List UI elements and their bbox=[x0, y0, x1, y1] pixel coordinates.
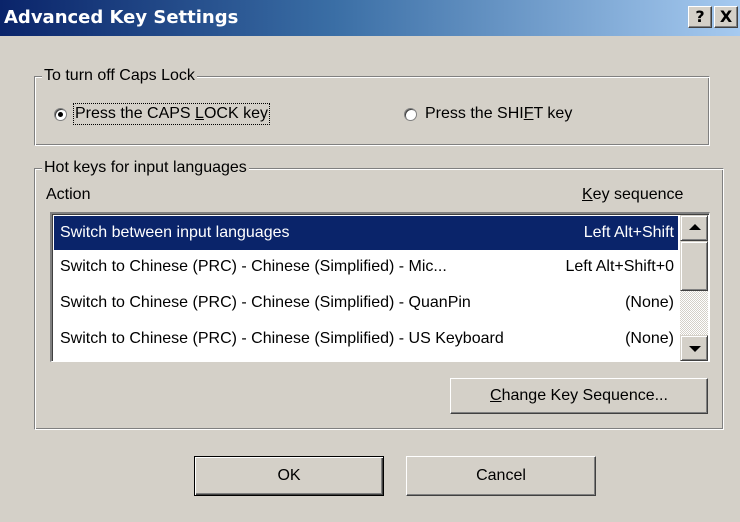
list-item[interactable]: Switch between input languages Left Alt+… bbox=[54, 216, 678, 250]
hot-keys-list[interactable]: Switch between input languages Left Alt+… bbox=[50, 212, 710, 362]
hot-keys-legend: Hot keys for input languages bbox=[42, 159, 249, 177]
column-header-action: Action bbox=[46, 186, 91, 203]
caps-lock-legend: To turn off Caps Lock bbox=[42, 67, 197, 85]
vertical-scrollbar[interactable] bbox=[680, 215, 708, 361]
arrow-up-icon bbox=[689, 224, 701, 230]
radio-checked-icon[interactable] bbox=[54, 107, 67, 121]
close-button[interactable]: X bbox=[714, 6, 738, 28]
radio-shift-key[interactable]: Press the SHIFT key bbox=[404, 104, 572, 124]
cancel-button[interactable]: Cancel bbox=[406, 456, 596, 496]
row-key-sequence: (None) bbox=[625, 330, 674, 347]
title-bar: Advanced Key Settings ? X bbox=[0, 0, 740, 36]
change-key-sequence-button[interactable]: Change Key Sequence... bbox=[450, 378, 708, 414]
row-action: Switch to Chinese (PRC) - Chinese (Simpl… bbox=[60, 330, 504, 347]
help-button[interactable]: ? bbox=[688, 6, 712, 28]
row-action: Switch to Chinese (PRC) - Chinese (Simpl… bbox=[60, 258, 447, 275]
row-action: Switch to Chinese (PRC) - Chinese (Simpl… bbox=[60, 294, 471, 311]
row-key-sequence: Left Alt+Shift+0 bbox=[565, 258, 674, 275]
radio-shift-label: Press the SHIFT key bbox=[425, 105, 573, 122]
column-header-key-sequence: Key sequence bbox=[582, 186, 684, 203]
row-key-sequence: Left Alt+Shift bbox=[583, 224, 674, 241]
list-item[interactable]: Switch to Chinese (PRC) - Chinese (Simpl… bbox=[54, 286, 678, 320]
scrollbar-thumb[interactable] bbox=[680, 241, 708, 291]
radio-caps-lock-label: Press the CAPS LOCK key bbox=[73, 103, 270, 125]
row-key-sequence: (None) bbox=[625, 294, 674, 311]
radio-unchecked-icon[interactable] bbox=[404, 107, 417, 121]
list-item[interactable]: Switch to Chinese (PRC) - Chinese (Simpl… bbox=[54, 322, 678, 356]
list-item[interactable]: Switch to Chinese (PRC) - Chinese (Simpl… bbox=[54, 250, 678, 284]
row-action: Switch between input languages bbox=[60, 224, 290, 241]
radio-caps-lock-key[interactable]: Press the CAPS LOCK key bbox=[54, 103, 270, 125]
scroll-up-button[interactable] bbox=[680, 215, 708, 241]
scroll-down-button[interactable] bbox=[680, 335, 708, 361]
arrow-down-icon bbox=[689, 346, 701, 352]
ok-button[interactable]: OK bbox=[194, 456, 384, 496]
window-title: Advanced Key Settings bbox=[4, 7, 239, 28]
